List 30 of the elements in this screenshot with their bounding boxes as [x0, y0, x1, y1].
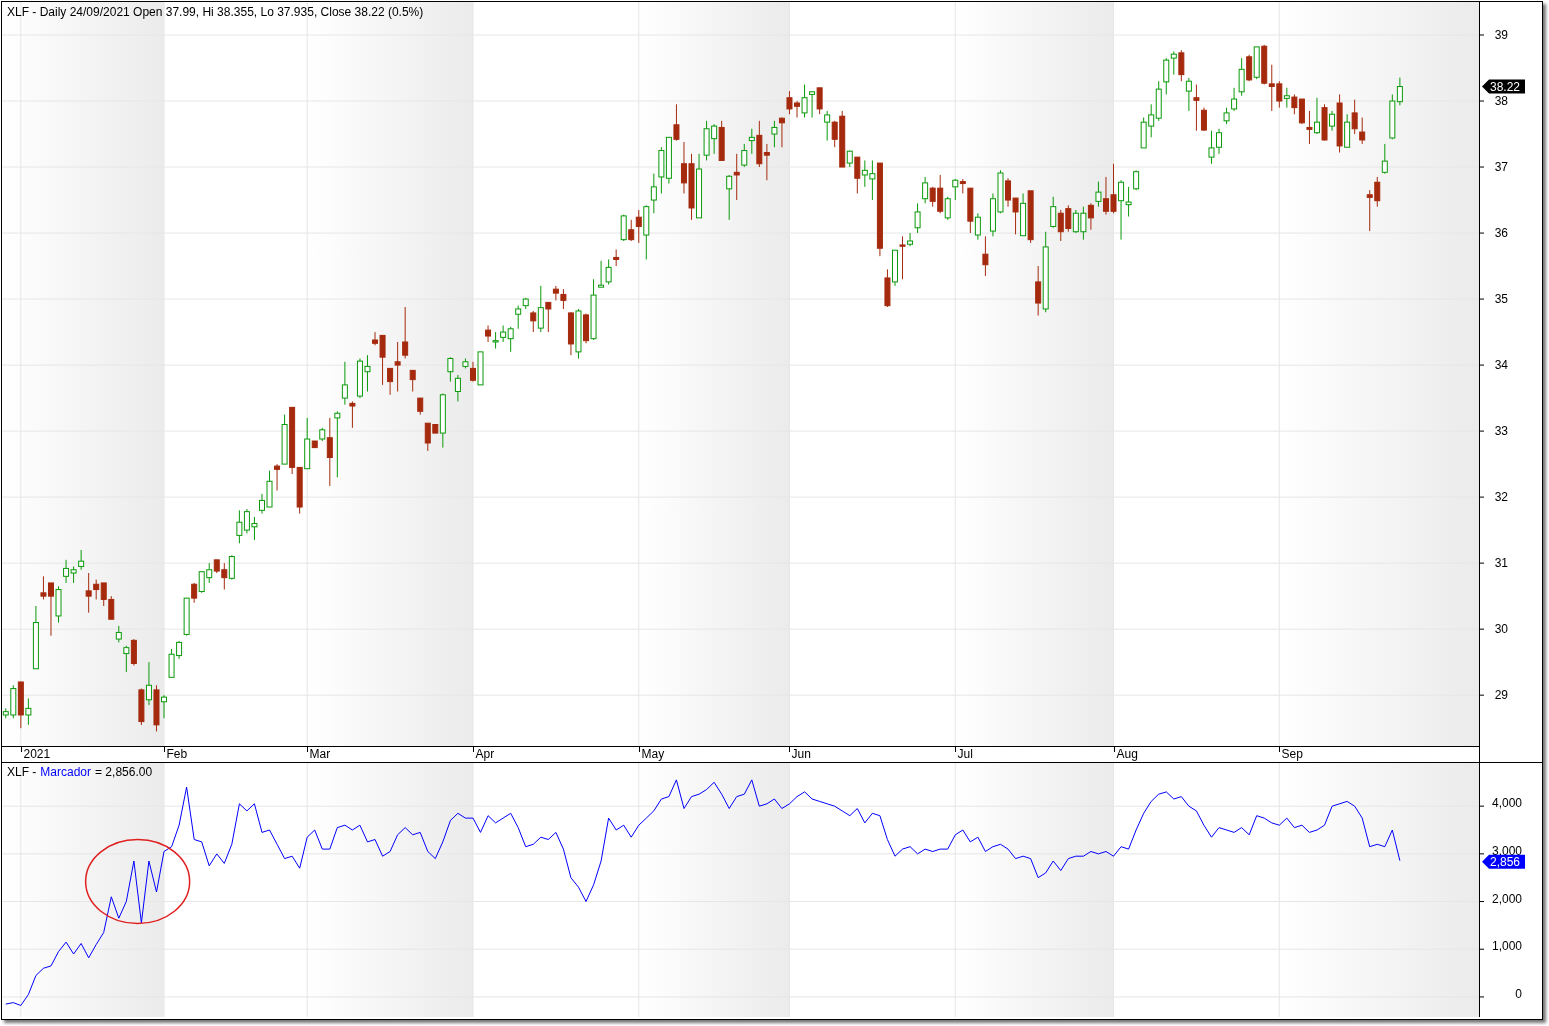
indicator-axis-label: 4,000	[1491, 796, 1522, 811]
date-axis-label: Feb	[166, 747, 188, 761]
price-axis-label: 35	[1494, 292, 1508, 307]
price-axis-label: 37	[1494, 160, 1508, 175]
price-axis-label: 31	[1494, 556, 1508, 571]
indicator-symbol: XLF -	[7, 765, 37, 779]
price-axis-label: 39	[1494, 28, 1508, 42]
indicator-reading: = 2,856.00	[95, 765, 153, 779]
last-value-tag: 2,856	[1482, 854, 1525, 869]
price-axis-label: 30	[1494, 622, 1508, 637]
date-axis-label: Jul	[957, 747, 973, 761]
price-axis-label: 38	[1494, 94, 1508, 108]
date-axis-label: 2021	[23, 747, 51, 761]
indicator-axis-label: 1,000	[1491, 939, 1522, 954]
date-axis-label: Jun	[791, 747, 811, 761]
date-axis-label: Sep	[1281, 747, 1303, 761]
date-axis-label: Mar	[309, 747, 331, 761]
indicator-name: Marcador	[40, 765, 92, 779]
price-axis-label: 36	[1494, 226, 1508, 241]
chart-header: XLF - Daily 24/09/2021 Open 37.99, Hi 38.355, Lo 37.935, Close 38.22 (0.5%)	[7, 5, 424, 19]
price-axis-label: 29	[1494, 688, 1508, 703]
indicator-axis-label: 2,000	[1491, 891, 1522, 906]
date-axis-label: May	[641, 747, 665, 761]
date-axis-label: Aug	[1116, 747, 1138, 761]
indicator-axis-label: 0	[1515, 986, 1522, 1001]
price-axis-label: 32	[1494, 490, 1508, 505]
date-axis-label: Apr	[475, 747, 495, 761]
price-axis-label: 34	[1494, 358, 1508, 373]
last-value-tag: 38.22	[1482, 79, 1525, 94]
price-axis-label: 33	[1494, 424, 1508, 439]
